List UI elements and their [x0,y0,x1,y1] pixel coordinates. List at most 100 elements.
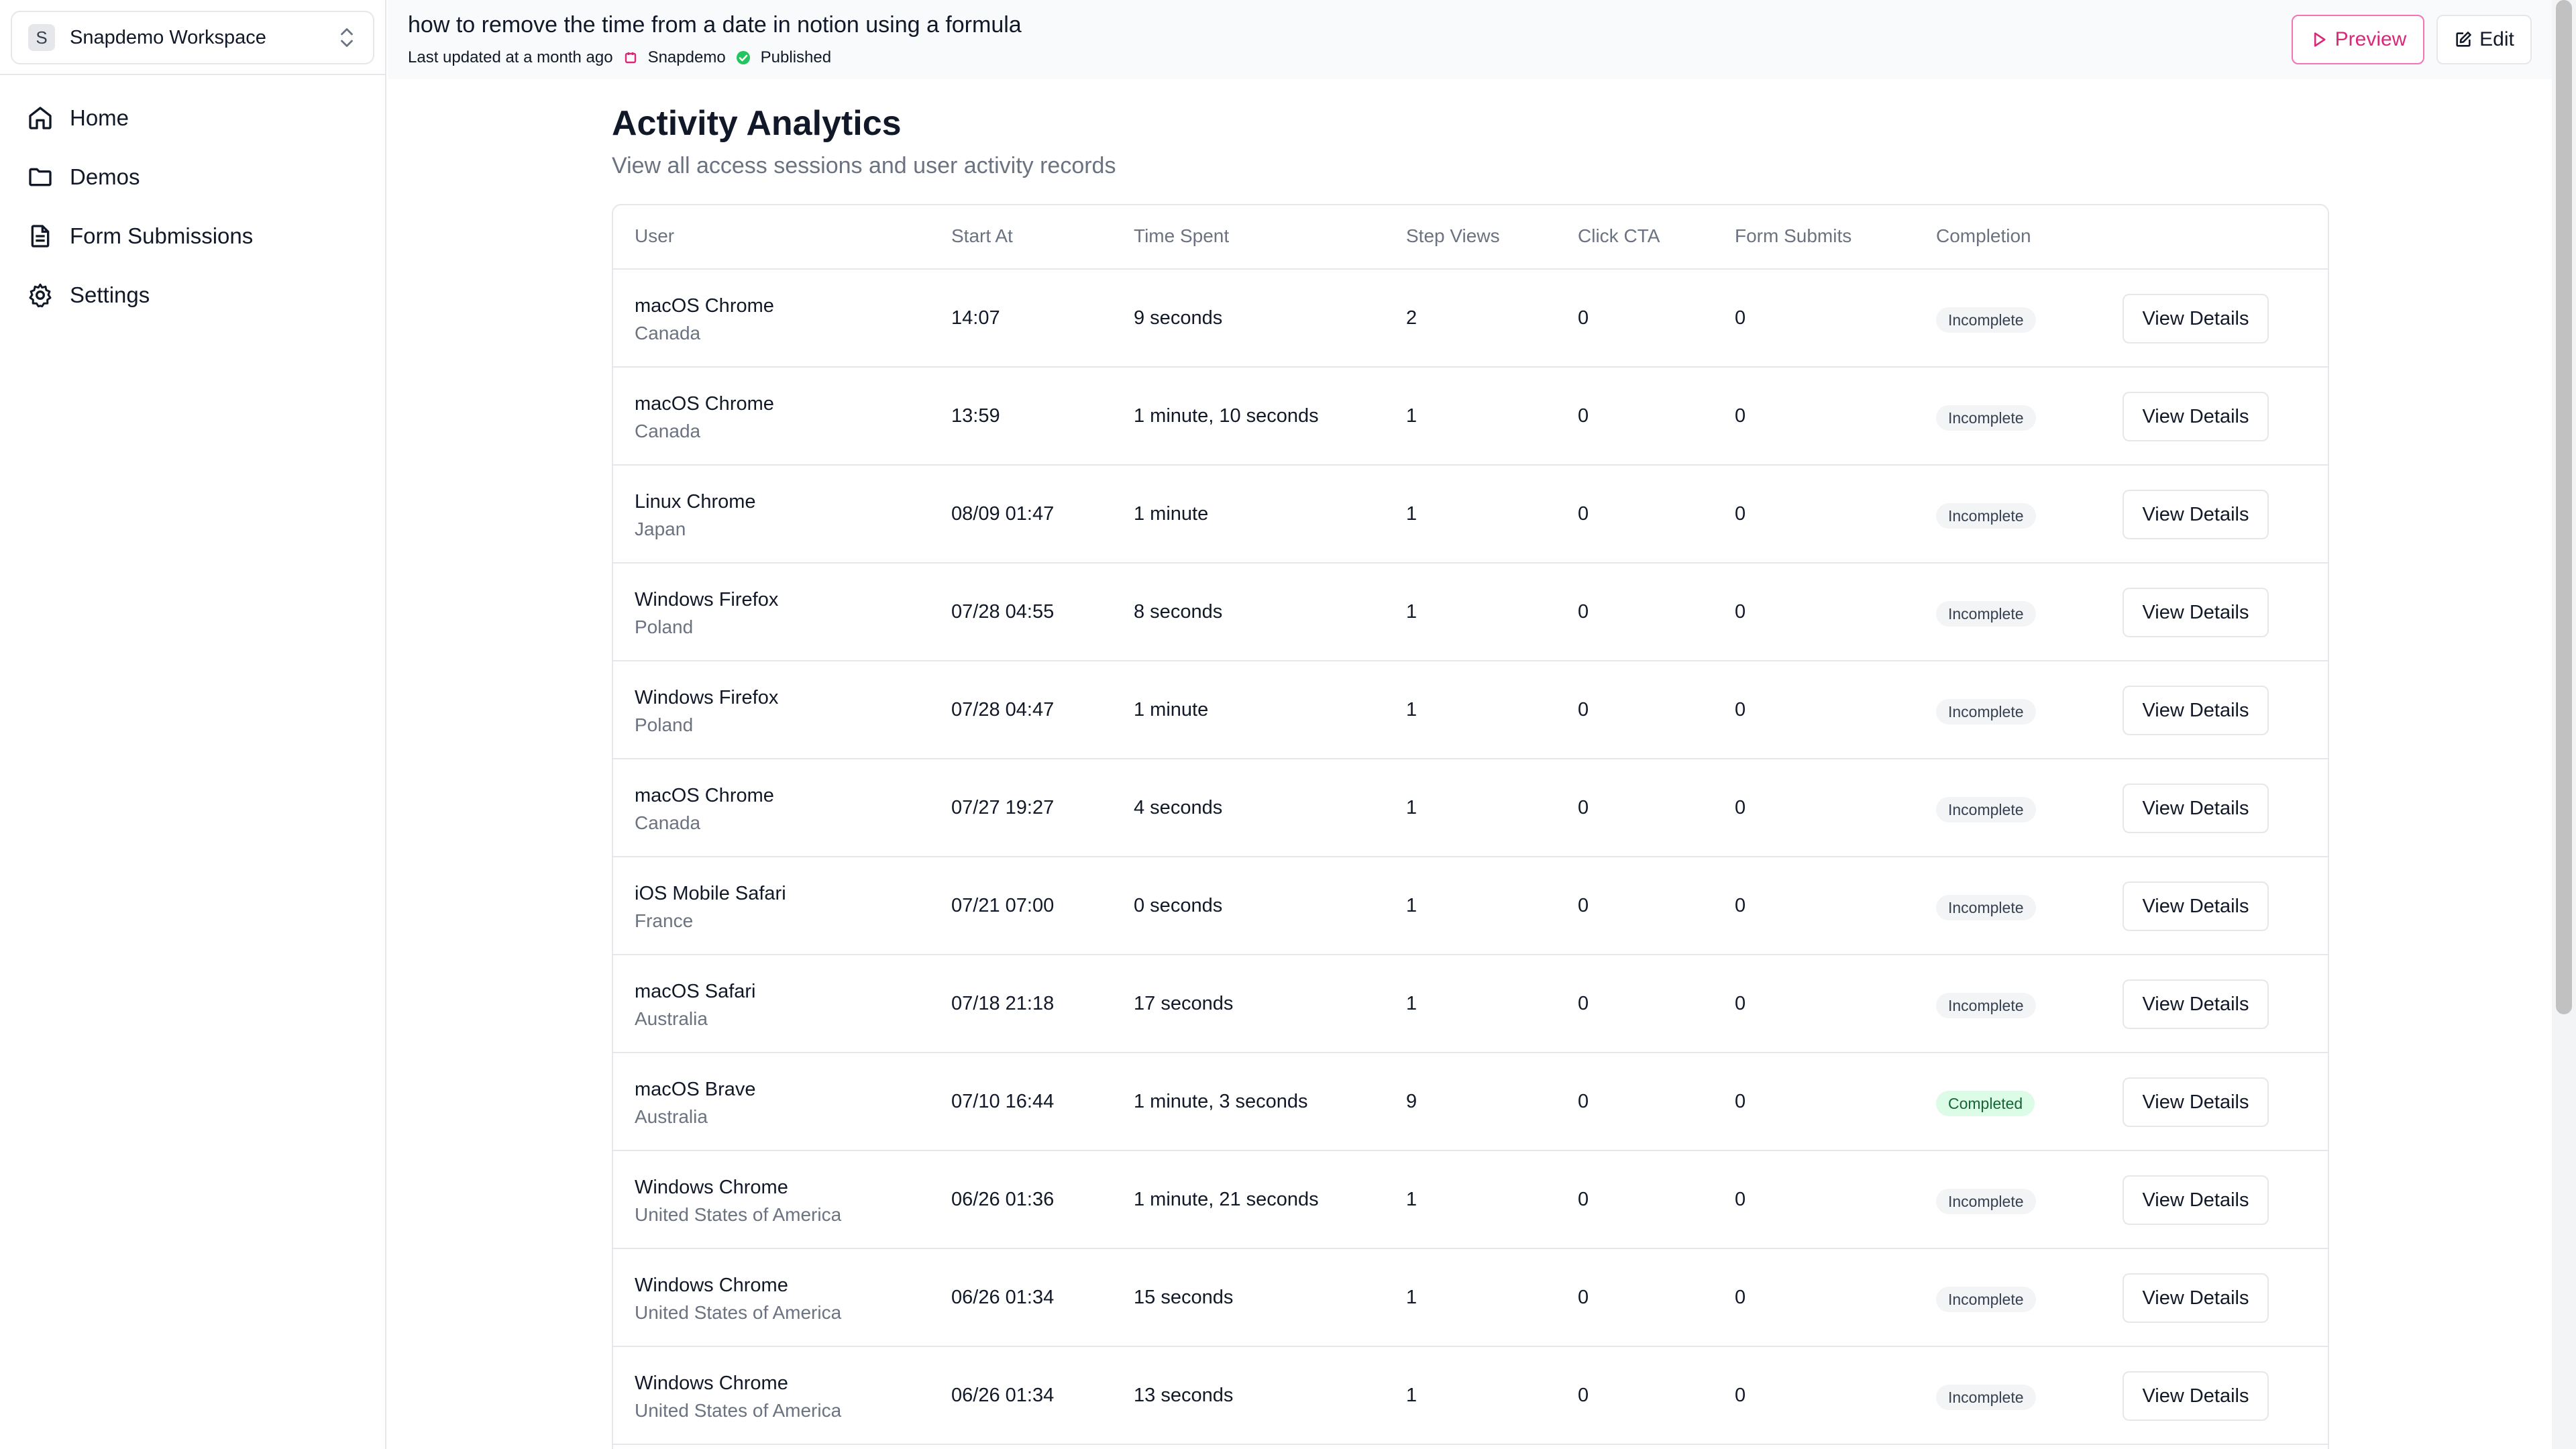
view-details-button[interactable]: View Details [2123,392,2269,441]
brand-name: Snapdemo [647,48,726,66]
start-at-cell: 07/28 04:47 [951,699,1055,720]
step-views-cell: 2 [1406,307,1417,329]
start-at-cell: 06/26 01:34 [951,1385,1055,1406]
completion-badge: Incomplete [1936,797,2036,822]
user-device: macOS Chrome [635,785,774,806]
user-country: Australia [635,1106,708,1127]
sidebar: S Snapdemo Workspace Home Demos Form Sub… [0,0,386,1449]
time-spent-cell: 4 seconds [1134,797,1223,818]
user-cell: Linux Chrome Japan [635,491,756,540]
page-title: how to remove the time from a date in no… [408,12,1022,38]
time-spent-cell: 1 minute [1134,503,1209,525]
user-device: macOS Chrome [635,295,774,317]
table-row: Windows Chrome United States of America 06… [613,1151,2328,1249]
user-country: Poland [635,714,694,735]
start-at-cell: 06/26 01:34 [951,1287,1055,1308]
form-submits-cell: 0 [1735,307,1746,329]
user-country: Canada [635,421,701,441]
completion-badge: Incomplete [1936,993,2036,1018]
table-row: macOS Chrome Canada 13:59 1 minute, 10 seco… [613,368,2328,466]
start-at-cell: 14:07 [951,307,1000,329]
scrollbar-thumb[interactable] [2556,0,2572,1014]
workspace-switcher[interactable]: S Snapdemo Workspace [11,11,374,64]
view-details-button[interactable]: View Details [2123,686,2269,735]
sidebar-item-label: Home [70,105,129,130]
user-cell: macOS Chrome Canada [635,393,774,442]
brand-icon [625,52,636,64]
user-device: macOS Chrome [635,393,774,415]
edit-button[interactable]: Edit [2436,15,2532,64]
sidebar-item-form-submissions[interactable]: Form Submissions [0,207,385,266]
click-cta-cell: 0 [1578,307,1589,329]
main-content: Activity Analytics View all access sessi… [388,79,2552,1449]
user-cell: macOS Chrome Canada [635,785,774,834]
completion-badge: Incomplete [1936,601,2036,627]
time-spent-cell: 15 seconds [1134,1287,1234,1308]
sidebar-item-demos[interactable]: Demos [0,148,385,207]
table-row: macOS Chrome Canada 14:07 9 seconds 2 0 0 Incom… [613,270,2328,368]
table-header: User Start At Time Spent Step Views Clic… [613,205,2328,270]
view-details-button[interactable]: View Details [2123,784,2269,833]
completion-badge: Incomplete [1936,1385,2036,1410]
view-details-button[interactable]: View Details [2123,1077,2269,1127]
form-submits-cell: 0 [1735,601,1746,623]
completion-badge: Incomplete [1936,1189,2036,1214]
view-details-button[interactable]: View Details [2123,1175,2269,1225]
form-submits-cell: 0 [1735,1091,1746,1112]
view-details-button[interactable]: View Details [2123,979,2269,1029]
view-details-button[interactable]: View Details [2123,490,2269,539]
form-submits-cell: 0 [1735,503,1746,525]
completion-badge: Incomplete [1936,405,2036,431]
click-cta-cell: 0 [1578,1091,1589,1112]
form-submits-cell: 0 [1735,1189,1746,1210]
table-row: Windows Chrome United States of America 06… [613,1347,2328,1445]
sidebar-item-label: Demos [70,164,140,189]
view-details-button[interactable]: View Details [2123,588,2269,637]
home-icon [29,107,52,129]
table-row: Windows Chrome United States of America 06… [613,1249,2328,1347]
preview-button[interactable]: Preview [2292,15,2424,64]
user-device: Windows Chrome [635,1177,788,1198]
view-details-button[interactable]: View Details [2123,294,2269,343]
click-cta-cell: 0 [1578,1385,1589,1406]
start-at-cell: 07/18 21:18 [951,993,1055,1014]
start-at-cell: 13:59 [951,405,1000,427]
time-spent-cell: 1 minute, 21 seconds [1134,1189,1319,1210]
step-views-cell: 1 [1406,601,1417,623]
time-spent-cell: 1 minute, 10 seconds [1134,405,1319,427]
column-header-user: User [635,225,675,246]
view-details-button[interactable]: View Details [2123,1371,2269,1421]
workspace-area: S Snapdemo Workspace [0,0,385,75]
user-device: Windows Firefox [635,687,779,708]
view-details-button[interactable]: View Details [2123,1273,2269,1323]
user-cell: Windows Firefox Poland [635,687,778,736]
time-spent-cell: 8 seconds [1134,601,1223,623]
step-views-cell: 9 [1406,1091,1417,1112]
user-cell: macOS Chrome Canada [635,295,774,344]
table-row: macOS Chrome Canada 07/27 19:27 4 seconds 1 0… [613,759,2328,857]
column-header-time-spent: Time Spent [1134,225,1230,246]
chevron-up-down-icon [341,28,353,47]
click-cta-cell: 0 [1578,1189,1589,1210]
user-country: United States of America [635,1400,842,1421]
play-icon [2314,32,2326,47]
table-row: iOS Mobile Safari France 07/21 07:00 0 seco… [613,857,2328,955]
column-header-start-at: Start At [951,225,1013,246]
user-country: Poland [635,616,694,637]
user-cell: iOS Mobile Safari France [635,883,786,932]
user-device: Windows Chrome [635,1275,788,1296]
click-cta-cell: 0 [1578,699,1589,720]
sidebar-item-label: Form Submissions [70,223,254,248]
view-details-button[interactable]: View Details [2123,881,2269,931]
sidebar-item-settings[interactable]: Settings [0,266,385,325]
user-device: Windows Chrome [635,1373,788,1394]
user-cell: macOS Safari Australia [635,981,756,1030]
completion-badge: Incomplete [1936,895,2036,920]
user-cell: Windows Chrome United States of America [635,1373,841,1421]
user-country: Australia [635,1008,708,1029]
sidebar-item-home[interactable]: Home [0,89,385,148]
column-header-completion: Completion [1936,225,2031,246]
edit-icon [2456,32,2471,47]
document-icon [31,225,50,248]
preview-label: Preview [2334,28,2407,50]
